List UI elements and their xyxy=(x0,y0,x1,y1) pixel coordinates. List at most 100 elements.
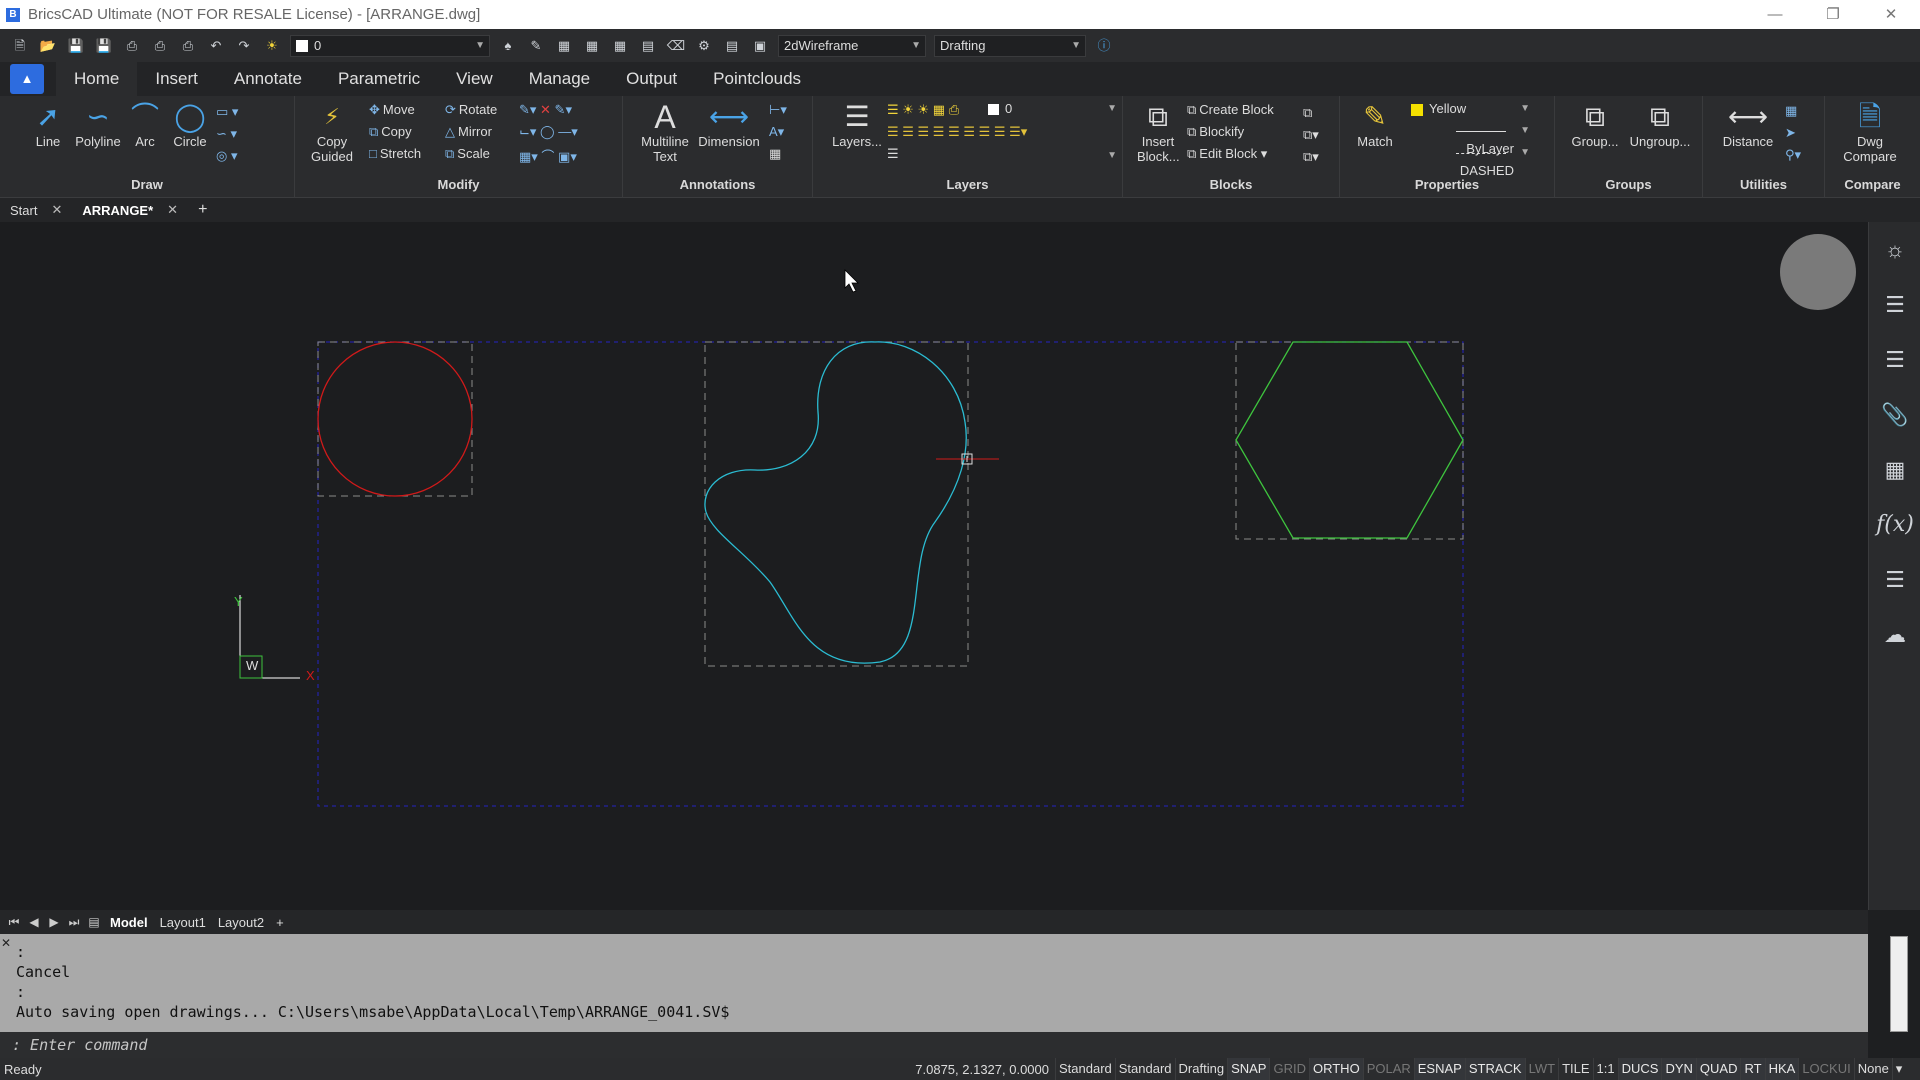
close-window-button[interactable]: ✕ xyxy=(1862,0,1920,29)
green-hexagon[interactable] xyxy=(1235,341,1464,539)
cloud-upload-icon[interactable]: ☁ xyxy=(1869,607,1920,662)
tab-home[interactable]: Home xyxy=(56,62,138,96)
trim-icon[interactable]: ✎▾ ✕ ✎▾ xyxy=(519,102,572,118)
linetype-dropdown[interactable]: DASHED ▼ xyxy=(1406,144,1534,178)
start-tab[interactable]: Start ✕ xyxy=(0,202,72,218)
annotation-scale-status[interactable]: None xyxy=(1853,1058,1892,1080)
lwt-toggle[interactable]: LWT xyxy=(1524,1058,1558,1080)
save-as-icon[interactable]: 💾 xyxy=(93,35,115,57)
layers-panel-icon[interactable]: ☰ xyxy=(1869,332,1920,387)
layer-filter-dropdown[interactable]: ▼ xyxy=(907,146,1121,166)
open-file-icon[interactable]: 📂 xyxy=(37,35,59,57)
viewport-icon[interactable]: ▣ xyxy=(749,35,771,57)
next-layout-icon[interactable]: ▶ xyxy=(44,915,64,929)
hka-toggle[interactable]: HKA xyxy=(1764,1058,1799,1080)
close-arrange-tab-icon[interactable]: ✕ xyxy=(167,202,178,218)
distance-button[interactable]: ⟷ Distance xyxy=(1717,100,1779,149)
layer-bulb-icon[interactable]: ☀ xyxy=(261,35,283,57)
rt-toggle[interactable]: RT xyxy=(1740,1058,1765,1080)
array-icon[interactable]: ▦▾ ⌒ ▣▾ xyxy=(519,146,577,165)
multiline-text-button[interactable]: A Multiline Text xyxy=(635,100,695,164)
layer-tool-icon[interactable]: ♠ xyxy=(497,35,519,57)
edit-block-button[interactable]: ⧉ Edit Block ▾ xyxy=(1187,146,1267,162)
line-button[interactable]: ➚ Line xyxy=(30,100,66,149)
publish-icon[interactable]: ⎙ xyxy=(121,35,143,57)
lockui-toggle[interactable]: LOCKUI xyxy=(1798,1058,1853,1080)
layers-button[interactable]: ☰ Layers... xyxy=(829,100,885,149)
attachments-icon[interactable]: 📎 xyxy=(1869,387,1920,442)
print-preview-icon[interactable]: ⎙ xyxy=(177,35,199,57)
tab-model[interactable]: Model xyxy=(104,915,154,930)
polyline-button[interactable]: ∽ Polyline xyxy=(72,100,124,149)
dyn-toggle[interactable]: DYN xyxy=(1661,1058,1696,1080)
restore-button[interactable]: ❐ xyxy=(1804,0,1862,29)
tab-insert[interactable]: Insert xyxy=(137,62,216,96)
move-button[interactable]: ✥ Move xyxy=(369,102,415,118)
tab-manage[interactable]: Manage xyxy=(511,62,608,96)
command-history-scrollbar[interactable] xyxy=(1890,936,1908,1032)
text-style-status[interactable]: Standard xyxy=(1055,1058,1115,1080)
mirror-button[interactable]: △ Mirror xyxy=(445,124,492,140)
settings-icon[interactable]: ⚙ xyxy=(693,35,715,57)
rotate-button[interactable]: ⟳ Rotate xyxy=(445,102,497,118)
new-file-icon[interactable]: 🗎 xyxy=(9,35,31,57)
tab-layout2[interactable]: Layout2 xyxy=(212,915,270,930)
dim-style-status[interactable]: Standard xyxy=(1114,1058,1175,1080)
eraser-icon[interactable]: ⌫ xyxy=(665,35,687,57)
tab-parametric[interactable]: Parametric xyxy=(320,62,438,96)
layer-combo[interactable]: 0 ▼ xyxy=(290,34,490,57)
scale-button[interactable]: ⧉ Scale xyxy=(445,146,490,162)
tab-annotate[interactable]: Annotate xyxy=(216,62,320,96)
edit-tool-icon[interactable]: ✎ xyxy=(525,35,547,57)
tips-bulb-icon[interactable]: ☼ xyxy=(1869,222,1920,277)
blockify-button[interactable]: ⧉ Blockify xyxy=(1187,124,1244,140)
color-dropdown[interactable]: Yellow ▼ xyxy=(1406,100,1534,120)
redo-icon[interactable]: ↷ xyxy=(233,35,255,57)
workspace-status[interactable]: Drafting xyxy=(1174,1058,1228,1080)
copy-button[interactable]: ⧉ Copy xyxy=(369,124,412,140)
rectangle-icon[interactable]: ▭ ▾ xyxy=(216,104,238,120)
function-icon[interactable]: f(x) xyxy=(1869,497,1920,552)
stretch-button[interactable]: □ Stretch xyxy=(369,146,421,161)
last-layout-icon[interactable]: ⏭ xyxy=(64,915,84,930)
layer-state-icons[interactable]: ☰ ☀ ☀ ▦ ⎙ xyxy=(887,102,959,118)
arrange-tab[interactable]: ARRANGE* ✕ xyxy=(72,202,188,218)
undo-icon[interactable]: ↶ xyxy=(205,35,227,57)
close-command-panel-icon[interactable]: ✕ xyxy=(1,936,11,950)
strack-toggle[interactable]: STRACK xyxy=(1464,1058,1525,1080)
dimension-button[interactable]: ⟷ Dimension xyxy=(697,100,761,149)
snap-toggle[interactable]: SNAP xyxy=(1227,1058,1270,1080)
status-menu-icon[interactable]: ▾ xyxy=(1891,1058,1906,1080)
prev-layout-icon[interactable]: ◀ xyxy=(24,915,44,929)
quick-select-icon[interactable]: ▦ xyxy=(609,35,631,57)
hatch-panel-icon[interactable]: ▦ xyxy=(1869,442,1920,497)
table-insert-icon[interactable]: ▦ xyxy=(769,146,781,162)
spline-icon[interactable]: ∽ ▾ xyxy=(216,126,237,142)
match-button[interactable]: ✎ Match xyxy=(1354,100,1396,149)
ortho-toggle[interactable]: ORTHO xyxy=(1308,1058,1363,1080)
visual-style-combo[interactable]: 2dWireframe ▼ xyxy=(778,34,926,57)
quad-toggle[interactable]: QUAD xyxy=(1695,1058,1741,1080)
layer-tools-row[interactable]: ☰ ☰ ☰ ☰ ☰ ☰ ☰ ☰ ☰▾ xyxy=(887,124,1027,140)
group-button[interactable]: ⧉ Group... xyxy=(1565,100,1625,149)
block-attribute-icons[interactable]: ⧉ ⧉▾ ⧉▾ xyxy=(1303,102,1319,168)
drawing-canvas[interactable]: Y X W xyxy=(0,222,1868,910)
arc-button[interactable]: ⌒ Arc xyxy=(128,100,162,149)
tab-output[interactable]: Output xyxy=(608,62,695,96)
circle-button[interactable]: ◯ Circle xyxy=(170,100,210,149)
hatch-icon[interactable]: ◎ ▾ xyxy=(216,148,237,164)
print-icon[interactable]: ⎙ xyxy=(149,35,171,57)
save-icon[interactable]: 💾 xyxy=(65,35,87,57)
text-style-icon[interactable]: A▾ xyxy=(769,124,784,140)
leader-icon[interactable]: ⊢▾ xyxy=(769,102,787,118)
insert-block-button[interactable]: ⧉ Insert Block... xyxy=(1137,100,1180,164)
layout-list-icon[interactable]: ▤ xyxy=(84,915,104,929)
lineweight-dropdown[interactable]: ByLayer ▼ xyxy=(1406,122,1534,156)
properties-sliders-icon[interactable]: ☰ xyxy=(1869,277,1920,332)
workspace-combo[interactable]: Drafting ▼ xyxy=(934,34,1086,57)
tab-view[interactable]: View xyxy=(438,62,511,96)
ducs-toggle[interactable]: DUCS xyxy=(1617,1058,1662,1080)
tile-toggle[interactable]: TILE xyxy=(1558,1058,1592,1080)
close-start-tab-icon[interactable]: ✕ xyxy=(51,202,62,218)
tab-pointclouds[interactable]: Pointclouds xyxy=(695,62,819,96)
